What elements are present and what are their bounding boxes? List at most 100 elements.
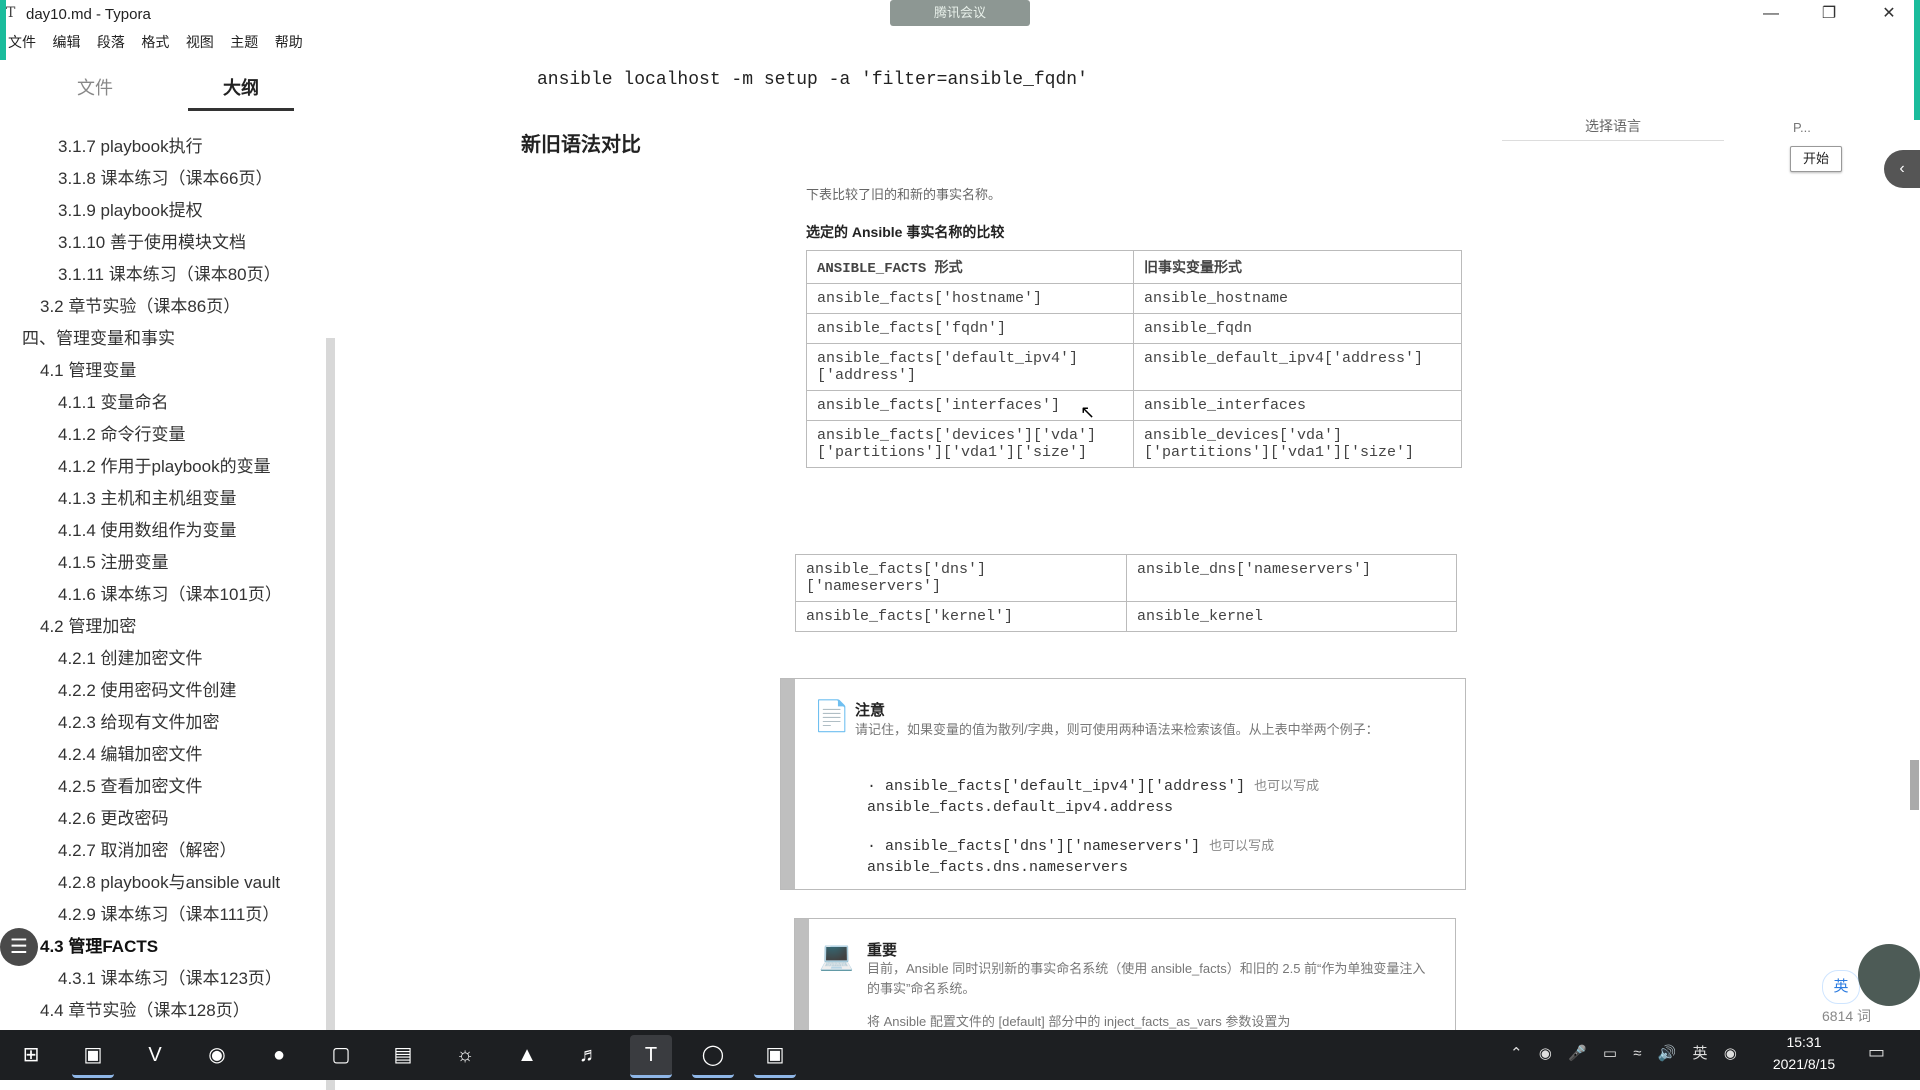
- table-row: ansible_facts['interfaces'] ansible_inter…: [806, 390, 1462, 421]
- tab-outline[interactable]: 大纲: [188, 74, 294, 111]
- outline-item[interactable]: 四、管理变量和事实: [22, 324, 175, 349]
- outline-item[interactable]: 3.1.8 课本练习（课本66页）: [58, 164, 272, 189]
- volume-icon[interactable]: 🔊: [1658, 1044, 1677, 1062]
- wechat-icon[interactable]: ●: [258, 1035, 300, 1075]
- battery-icon[interactable]: ▭: [1603, 1044, 1617, 1062]
- outline-item[interactable]: 4.1.2 命令行变量: [58, 420, 186, 445]
- outline-item[interactable]: 4.1.3 主机和主机组变量: [58, 484, 237, 509]
- wifi-icon[interactable]: ≈: [1633, 1045, 1641, 1062]
- menu-edit[interactable]: 编辑: [52, 32, 80, 52]
- record-icon[interactable]: ◉: [1539, 1044, 1552, 1062]
- menu-view[interactable]: 视图: [186, 32, 214, 52]
- window-manager-icon[interactable]: ▢: [320, 1035, 362, 1075]
- input-language-indicator[interactable]: 英: [1693, 1042, 1708, 1063]
- chrome-icon[interactable]: ◉: [196, 1035, 238, 1075]
- table-cell: ansible_facts['default_ipv4'] ['address'…: [806, 343, 1134, 391]
- start-icon[interactable]: ⊞: [10, 1035, 52, 1075]
- menu-theme[interactable]: 主题: [230, 32, 258, 52]
- avatar[interactable]: [1858, 944, 1920, 1006]
- sidebar-scrollbar[interactable]: [326, 338, 335, 1090]
- menu-format[interactable]: 格式: [141, 32, 169, 52]
- p-label: P...: [1793, 120, 1811, 135]
- typora-icon[interactable]: T: [630, 1035, 672, 1078]
- clock-date[interactable]: 2021/8/15: [1764, 1056, 1844, 1072]
- outline-item[interactable]: 3.1.9 playbook提权: [58, 196, 203, 221]
- chevron-up-icon[interactable]: ⌃: [1510, 1044, 1523, 1062]
- important-side-bar: [795, 919, 809, 1039]
- clock-time[interactable]: 15:31: [1772, 1034, 1836, 1050]
- table-row: ansible_facts['dns'] ['nameservers'] ansi…: [795, 554, 1457, 602]
- outline-item[interactable]: 4.2.2 使用密码文件创建: [58, 676, 237, 701]
- outline-item[interactable]: 3.1.10 善于使用模块文档: [58, 228, 246, 253]
- important-text-2: 将 Ansible 配置文件的 [default] 部分中的 inject_fa…: [867, 1014, 1291, 1029]
- outline-item[interactable]: 4.2 管理加密: [40, 612, 136, 637]
- outline-item[interactable]: 4.2.3 给现有文件加密: [58, 708, 220, 733]
- close-button[interactable]: ✕: [1866, 0, 1912, 28]
- tab-files[interactable]: 文件: [60, 74, 130, 108]
- outline-item[interactable]: 4.1.5 注册变量: [58, 548, 169, 573]
- outline-item[interactable]: 4.2.8 playbook与ansible vault: [58, 868, 280, 893]
- ime-language-badge[interactable]: 英: [1822, 970, 1860, 1004]
- outline-item[interactable]: 4.1.2 作用于playbook的变量: [58, 452, 271, 477]
- meeting-status-badge[interactable]: 腾讯会议: [890, 0, 1030, 26]
- table-cell: ansible_default_ipv4['address']: [1133, 343, 1462, 391]
- outline-menu-icon[interactable]: ☰: [0, 928, 38, 966]
- maximize-button[interactable]: ❐: [1806, 0, 1852, 28]
- table-header-row: ANSIBLE_FACTS 形式 旧事实变量形式: [806, 250, 1462, 284]
- outline-item[interactable]: 4.4 章节实验（课本128页）: [40, 996, 250, 1021]
- outline-item[interactable]: 4.2.7 取消加密（解密）: [58, 836, 237, 861]
- qq-icon[interactable]: ◉: [1724, 1044, 1737, 1062]
- outline-item[interactable]: 4.2.9 课本练习（课本111页）: [58, 900, 279, 925]
- outline-item[interactable]: 4.1.4 使用数组作为变量: [58, 516, 237, 541]
- outline-item[interactable]: 4.1 管理变量: [40, 356, 136, 381]
- typora-app-icon: T: [6, 5, 16, 21]
- notification-icon[interactable]: ▭: [1868, 1042, 1885, 1063]
- menu-bar: 文件 编辑 段落 格式 视图 主题 帮助: [0, 32, 307, 54]
- table-cell: ansible_facts['fqdn']: [806, 313, 1134, 344]
- outline-item[interactable]: 4.1.1 变量命名: [58, 388, 169, 413]
- vivaldi-icon[interactable]: V: [134, 1035, 176, 1075]
- language-select[interactable]: 选择语言: [1585, 116, 1641, 136]
- image-viewer-icon[interactable]: ▣: [72, 1035, 114, 1078]
- note-title: 注意: [855, 702, 886, 719]
- important-title: 重要: [867, 942, 898, 959]
- start-button[interactable]: 开始: [1790, 146, 1842, 172]
- note-code-bracket: ansible_facts['default_ipv4']['address']: [885, 778, 1246, 795]
- outline-item[interactable]: 4.1.6 课本练习（课本101页）: [58, 580, 282, 605]
- microphone-icon[interactable]: 🎤: [1568, 1044, 1587, 1062]
- facts-comparison-table: ANSIBLE_FACTS 形式 旧事实变量形式 ansible_facts['…: [806, 250, 1462, 468]
- outline-item[interactable]: 4.2.4 编辑加密文件: [58, 740, 203, 765]
- outline-item[interactable]: 3.1.11 课本练习（课本80页）: [58, 260, 281, 285]
- table-row: ansible_facts['kernel'] ansible_kernel: [795, 601, 1457, 632]
- screenshot-icon[interactable]: ▣: [754, 1035, 796, 1078]
- important-box: 💻 重要 目前，Ansible 同时识别新的事实命名系统（使用 ansible_…: [794, 918, 1456, 1040]
- word-count[interactable]: 6814 词: [1822, 1006, 1871, 1026]
- outline-item[interactable]: 4.2.5 查看加密文件: [58, 772, 203, 797]
- outline-item[interactable]: 3.2 章节实验（课本86页）: [40, 292, 240, 317]
- note-code-connector: 也可以写成: [1254, 778, 1320, 793]
- menu-paragraph[interactable]: 段落: [97, 32, 125, 52]
- table-header-cell: ANSIBLE_FACTS 形式: [806, 250, 1134, 284]
- vmware-icon[interactable]: ▲: [506, 1035, 548, 1075]
- table-row: ansible_facts['fqdn'] ansible_fqdn: [806, 313, 1462, 344]
- note-code-dot: ansible_facts.dns.nameservers: [867, 859, 1129, 876]
- netease-music-icon[interactable]: ♬: [568, 1035, 610, 1075]
- outline-item[interactable]: 4.3.1 课本练习（课本123页）: [58, 964, 282, 989]
- minimize-button[interactable]: —: [1748, 0, 1794, 28]
- outline-item[interactable]: 4.3 管理FACTS: [40, 932, 158, 957]
- menu-file[interactable]: 文件: [8, 32, 36, 52]
- outline-item[interactable]: 3.1.7 playbook执行: [58, 132, 203, 157]
- command-line-text: ansible localhost -m setup -a 'filter=an…: [537, 70, 1088, 90]
- steam-icon[interactable]: ☼: [444, 1035, 486, 1075]
- file-explorer-icon[interactable]: ▤: [382, 1035, 424, 1075]
- outline-item[interactable]: 4.2.1 创建加密文件: [58, 644, 203, 669]
- outline-item[interactable]: 4.2.6 更改密码: [58, 804, 169, 829]
- menu-help[interactable]: 帮助: [275, 32, 303, 52]
- tencent-meeting-icon[interactable]: ◯: [692, 1035, 734, 1078]
- table-cell: ansible_facts['kernel']: [795, 601, 1127, 632]
- table-cell: ansible_facts['devices']['vda'] ['partit…: [806, 420, 1134, 468]
- important-text: 目前，Ansible 同时识别新的事实命名系统（使用 ansible_facts…: [867, 961, 1426, 996]
- sidebar: 文件 大纲 3.1.7 playbook执行 3.1.8 课本练习（课本66页） 3…: [0, 60, 406, 1090]
- editor-scrollbar[interactable]: [1910, 760, 1919, 810]
- collapse-panel-icon[interactable]: ‹: [1884, 150, 1920, 188]
